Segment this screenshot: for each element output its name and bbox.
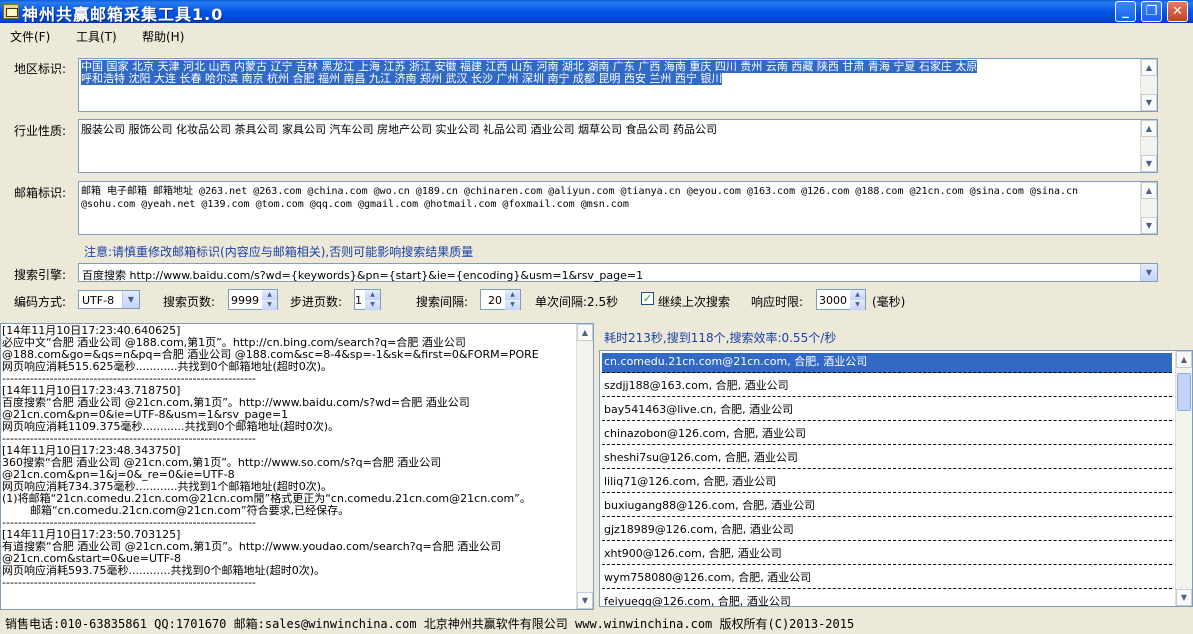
scroll-down-icon[interactable]: ▼: [1141, 155, 1157, 172]
window-title: 神州共赢邮箱采集工具1.0: [22, 5, 224, 24]
engine-label: 搜索引擎:: [14, 268, 67, 282]
spin-up-icon[interactable]: ▲: [850, 290, 865, 300]
industry-value: 服装公司 服饰公司 化妆品公司 茶具公司 家具公司 汽车公司 房地产公司 实业公…: [81, 123, 717, 136]
list-item[interactable]: szdjj188@163.com, 合肥, 酒业公司: [602, 377, 1172, 397]
minimize-button[interactable]: _: [1115, 1, 1136, 22]
mailbox-scrollbar[interactable]: ▲ ▼: [1140, 182, 1157, 234]
app-icon: [3, 4, 19, 19]
scroll-down-icon[interactable]: ▼: [1176, 589, 1192, 606]
list-item[interactable]: wym758080@126.com, 合肥, 酒业公司: [602, 569, 1172, 589]
spin-up-icon[interactable]: ▲: [262, 290, 277, 300]
step-value: 1: [355, 294, 362, 307]
pages-stepper[interactable]: 9999 ▲ ▼: [228, 289, 278, 310]
encoding-select[interactable]: UTF-8 ▼: [78, 290, 140, 309]
scroll-up-icon[interactable]: ▲: [1141, 120, 1157, 137]
chevron-down-icon[interactable]: ▼: [122, 291, 139, 308]
list-item[interactable]: liliq71@126.com, 合肥, 酒业公司: [602, 473, 1172, 493]
scroll-up-icon[interactable]: ▲: [577, 324, 593, 341]
list-item[interactable]: cn.comedu.21cn.com@21cn.com, 合肥, 酒业公司: [602, 353, 1172, 373]
warning-note: 注意:请慎重修改邮箱标识(内容应与邮箱相关),否则可能影响搜索结果质量: [84, 245, 474, 259]
timeout-stepper[interactable]: 3000 ▲ ▼: [816, 289, 866, 310]
scroll-down-icon[interactable]: ▼: [577, 592, 593, 609]
interval-label: 搜索间隔:: [416, 295, 469, 309]
scroll-down-icon[interactable]: ▼: [1141, 94, 1157, 111]
spin-down-icon[interactable]: ▼: [850, 300, 865, 310]
list-item[interactable]: xht900@126.com, 合肥, 酒业公司: [602, 545, 1172, 565]
mailbox-line-2: @sohu.com @yeah.net @139.com @tom.com @q…: [81, 199, 629, 210]
menu-tools[interactable]: 工具(T): [76, 28, 117, 45]
mailbox-textarea[interactable]: 邮箱 电子邮箱 邮箱地址 @263.net @263.com @china.co…: [78, 181, 1158, 235]
timeout-label: 响应时限:: [751, 295, 804, 309]
log-divider: ----------------------------------------…: [2, 576, 257, 589]
list-item[interactable]: gjz18989@126.com, 合肥, 酒业公司: [602, 521, 1172, 541]
industry-scrollbar[interactable]: ▲ ▼: [1140, 120, 1157, 172]
menu-bar: 文件(F) 工具(T) 帮助(H): [0, 23, 1193, 47]
engine-select[interactable]: 百度搜索 http://www.baidu.com/s?wd={keywords…: [78, 263, 1158, 282]
spin-up-icon[interactable]: ▲: [505, 290, 520, 300]
pages-value: 9999: [231, 294, 259, 307]
continue-label[interactable]: 继续上次搜索: [658, 293, 730, 310]
log-lines: [14年11月10日17:23:40.640625] 必应中文“合肥 酒业公司 @…: [2, 325, 575, 589]
menu-help[interactable]: 帮助(H): [142, 28, 184, 45]
close-button[interactable]: ✕: [1167, 1, 1188, 22]
list-item[interactable]: feiyuegg@126.com, 合肥, 酒业公司: [602, 593, 1172, 606]
timeout-value: 3000: [819, 294, 847, 307]
mailbox-label: 邮箱标识:: [14, 186, 67, 200]
list-item[interactable]: buxiugang88@126.com, 合肥, 酒业公司: [602, 497, 1172, 517]
region-scrollbar[interactable]: ▲ ▼: [1140, 59, 1157, 111]
industry-textarea[interactable]: 服装公司 服饰公司 化妆品公司 茶具公司 家具公司 汽车公司 房地产公司 实业公…: [78, 119, 1158, 173]
industry-label: 行业性质:: [14, 124, 67, 138]
list-item[interactable]: bay541463@live.cn, 合肥, 酒业公司: [602, 401, 1172, 421]
spin-down-icon[interactable]: ▼: [365, 300, 380, 310]
log-textarea[interactable]: [14年11月10日17:23:40.640625] 必应中文“合肥 酒业公司 @…: [0, 323, 594, 610]
status-bar: 销售电话:010-63835861 QQ:1701670 邮箱:sales@wi…: [5, 617, 855, 631]
interval-stepper[interactable]: 20 ▲ ▼: [480, 289, 521, 310]
list-item[interactable]: sheshi7su@126.com, 合肥, 酒业公司: [602, 449, 1172, 469]
log-scrollbar[interactable]: ▲ ▼: [576, 324, 593, 609]
spin-down-icon[interactable]: ▼: [505, 300, 520, 310]
results-list[interactable]: cn.comedu.21cn.com@21cn.com, 合肥, 酒业公司 szd…: [599, 350, 1193, 607]
scroll-up-icon[interactable]: ▲: [1141, 59, 1157, 76]
encoding-label: 编码方式:: [14, 295, 67, 309]
mailbox-line-1: 邮箱 电子邮箱 邮箱地址 @263.net @263.com @china.co…: [81, 186, 1079, 197]
pages-label: 搜索页数:: [163, 295, 216, 309]
engine-value: 百度搜索 http://www.baidu.com/s?wd={keywords…: [82, 269, 644, 282]
encoding-value: UTF-8: [82, 294, 115, 307]
interval-value: 20: [488, 294, 502, 307]
timeout-unit: (毫秒): [872, 295, 906, 309]
scroll-up-icon[interactable]: ▲: [1176, 351, 1192, 368]
scroll-thumb[interactable]: [1177, 373, 1191, 411]
results-scrollbar[interactable]: ▲ ▼: [1175, 351, 1192, 606]
step-label: 步进页数:: [290, 295, 343, 309]
spin-up-icon[interactable]: ▲: [365, 290, 380, 300]
list-item[interactable]: chinazobon@126.com, 合肥, 酒业公司: [602, 425, 1172, 445]
scroll-down-icon[interactable]: ▼: [1141, 217, 1157, 234]
step-stepper[interactable]: 1 ▲ ▼: [354, 289, 381, 310]
region-textarea[interactable]: 中国 国家 北京 天津 河北 山西 内蒙古 辽宁 吉林 黑龙江 上海 江苏 浙江…: [78, 58, 1158, 112]
region-label: 地区标识:: [14, 62, 67, 76]
chevron-down-icon[interactable]: ▼: [1140, 264, 1157, 281]
menu-file[interactable]: 文件(F): [10, 28, 50, 45]
region-line-2: 呼和浩特 沈阳 大连 长春 哈尔滨 南京 杭州 合肥 福州 南昌 九江 济南 郑…: [81, 72, 723, 85]
maximize-button[interactable]: ❐: [1141, 1, 1162, 22]
spin-down-icon[interactable]: ▼: [262, 300, 277, 310]
scroll-up-icon[interactable]: ▲: [1141, 182, 1157, 199]
search-stats: 耗时213秒,搜到118个,搜索效率:0.55个/秒: [604, 331, 837, 345]
single-interval-text: 单次间隔:2.5秒: [535, 295, 619, 309]
title-bar[interactable]: 神州共赢邮箱采集工具1.0 _ ❐ ✕: [0, 0, 1193, 24]
continue-checkbox[interactable]: ✓: [641, 292, 654, 305]
